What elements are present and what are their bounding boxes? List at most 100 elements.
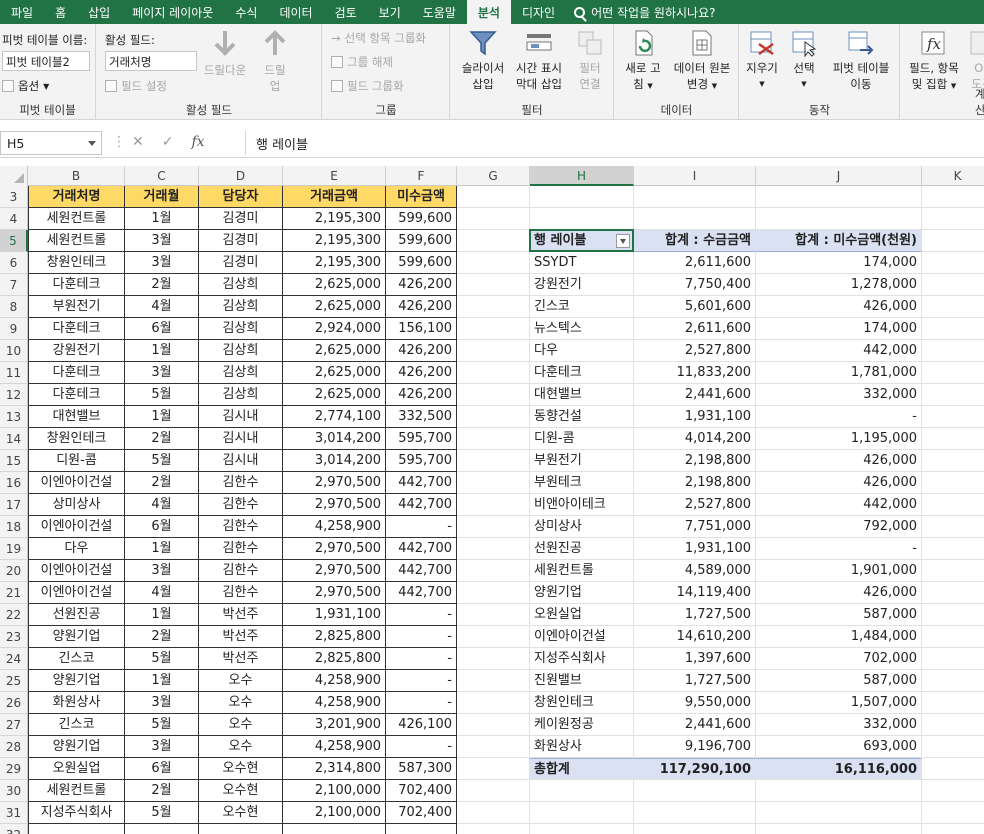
source-cell[interactable]: 442,700 <box>386 472 457 494</box>
source-cell[interactable]: 1월 <box>125 538 199 560</box>
source-cell[interactable]: 587,300 <box>386 758 457 780</box>
source-cell[interactable]: 김상희 <box>199 274 283 296</box>
source-cell[interactable]: - <box>386 604 457 626</box>
source-cell[interactable]: 595,700 <box>386 428 457 450</box>
source-header-cell[interactable]: 거래처명 <box>28 186 125 208</box>
pivot-cell[interactable]: 강원전기 <box>530 274 634 296</box>
row-header[interactable]: 19 <box>0 538 28 560</box>
source-header-cell[interactable]: 거래월 <box>125 186 199 208</box>
pivot-cell[interactable]: 창원인테크 <box>530 692 634 714</box>
row-header[interactable]: 30 <box>0 780 28 802</box>
source-cell[interactable]: 2,314,800 <box>283 758 386 780</box>
row-header[interactable]: 15 <box>0 450 28 472</box>
empty-cell[interactable] <box>922 538 984 560</box>
empty-cell[interactable] <box>756 780 922 802</box>
empty-cell[interactable] <box>457 318 530 340</box>
source-cell[interactable]: 2월 <box>125 274 199 296</box>
pivot-cell[interactable]: 426,000 <box>756 582 922 604</box>
source-cell[interactable]: 김경미 <box>199 252 283 274</box>
empty-cell[interactable] <box>634 208 756 230</box>
pivot-cell[interactable]: 587,000 <box>756 604 922 626</box>
worksheet-grid[interactable]: BCDEFGHIJK 3 거래처명 거래월 담당자 거래금액 미수금액 4 세원컨트롤 1월 김경… <box>0 166 984 834</box>
empty-cell[interactable] <box>457 296 530 318</box>
pivot-cell[interactable]: 대현밸브 <box>530 384 634 406</box>
pivot-cell[interactable]: 2,441,600 <box>634 714 756 736</box>
empty-cell[interactable] <box>922 692 984 714</box>
pivot-cell[interactable]: 792,000 <box>756 516 922 538</box>
empty-cell[interactable] <box>922 340 984 362</box>
source-cell[interactable]: 오수 <box>199 692 283 714</box>
active-field-input[interactable]: 거래처명 <box>105 51 197 71</box>
pivot-cell[interactable]: 2,611,600 <box>634 318 756 340</box>
source-cell[interactable]: 1월 <box>125 208 199 230</box>
empty-cell[interactable] <box>457 736 530 758</box>
source-cell[interactable]: - <box>386 692 457 714</box>
row-header[interactable]: 24 <box>0 648 28 670</box>
clear-button[interactable]: 지우기 ▼ <box>742 28 782 92</box>
source-cell[interactable]: 오수현 <box>199 780 283 802</box>
pivot-cell[interactable]: 2,198,800 <box>634 450 756 472</box>
source-cell[interactable]: 이엔아이건설 <box>28 582 125 604</box>
pivot-cell[interactable]: 지성주식회사 <box>530 648 634 670</box>
row-header[interactable]: 10 <box>0 340 28 362</box>
row-header[interactable]: 4 <box>0 208 28 230</box>
source-cell[interactable]: 3월 <box>125 252 199 274</box>
source-cell[interactable]: 3월 <box>125 362 199 384</box>
column-header-f[interactable]: F <box>386 166 457 186</box>
source-cell[interactable]: 2,195,300 <box>283 230 386 252</box>
source-cell[interactable]: 442,700 <box>386 582 457 604</box>
empty-cell[interactable] <box>922 318 984 340</box>
source-cell[interactable]: 김한수 <box>199 516 283 538</box>
source-cell[interactable]: 2,100,000 <box>283 780 386 802</box>
source-cell[interactable]: 4,258,900 <box>283 516 386 538</box>
empty-cell[interactable] <box>457 648 530 670</box>
pivot-cell[interactable]: 1,397,600 <box>634 648 756 670</box>
filter-dropdown-icon[interactable] <box>616 234 630 248</box>
empty-cell[interactable] <box>530 208 634 230</box>
row-header[interactable]: 9 <box>0 318 28 340</box>
row-header[interactable]: 17 <box>0 494 28 516</box>
source-cell[interactable]: - <box>386 516 457 538</box>
pivot-cell[interactable]: 2,198,800 <box>634 472 756 494</box>
source-cell[interactable]: 오원실업 <box>28 758 125 780</box>
filter-connections-button[interactable]: 필터 연결 <box>571 28 609 92</box>
source-cell[interactable]: 오수현 <box>199 758 283 780</box>
pivot-cell[interactable]: 2,441,600 <box>634 384 756 406</box>
source-cell[interactable]: - <box>386 670 457 692</box>
pivot-cell[interactable]: 2,527,800 <box>634 340 756 362</box>
empty-cell[interactable] <box>922 406 984 428</box>
source-cell[interactable]: 3,014,200 <box>283 428 386 450</box>
pivot-cell[interactable]: - <box>756 538 922 560</box>
empty-cell[interactable] <box>457 714 530 736</box>
source-cell[interactable]: 2,625,000 <box>283 340 386 362</box>
empty-cell[interactable] <box>922 472 984 494</box>
source-cell[interactable]: 이엔아이건설 <box>28 516 125 538</box>
source-cell[interactable]: 3월 <box>125 560 199 582</box>
source-cell[interactable]: 5월 <box>125 714 199 736</box>
row-header[interactable]: 25 <box>0 670 28 692</box>
row-header[interactable]: 16 <box>0 472 28 494</box>
source-cell[interactable]: 1월 <box>125 340 199 362</box>
empty-cell[interactable] <box>922 252 984 274</box>
empty-cell[interactable] <box>457 758 530 780</box>
source-cell[interactable]: 상미상사 <box>28 494 125 516</box>
column-header-e[interactable]: E <box>283 166 386 186</box>
source-cell[interactable]: 김경미 <box>199 230 283 252</box>
pivot-cell[interactable]: 14,119,400 <box>634 582 756 604</box>
source-cell[interactable]: 다훈테크 <box>28 384 125 406</box>
empty-cell[interactable] <box>922 582 984 604</box>
pivot-cell[interactable]: 1,727,500 <box>634 670 756 692</box>
source-cell[interactable] <box>28 824 125 834</box>
pivot-cell[interactable]: 442,000 <box>756 340 922 362</box>
source-cell[interactable]: 426,200 <box>386 296 457 318</box>
empty-cell[interactable] <box>530 824 634 834</box>
row-header[interactable]: 23 <box>0 626 28 648</box>
row-header[interactable]: 13 <box>0 406 28 428</box>
group-field-button[interactable]: 필드 그룹화 <box>331 78 404 94</box>
source-cell[interactable]: 긴스코 <box>28 714 125 736</box>
pivot-cell[interactable]: 332,000 <box>756 384 922 406</box>
source-cell[interactable]: 김한수 <box>199 560 283 582</box>
source-cell[interactable]: 2,825,800 <box>283 648 386 670</box>
source-cell[interactable]: 4,258,900 <box>283 736 386 758</box>
empty-cell[interactable] <box>457 428 530 450</box>
